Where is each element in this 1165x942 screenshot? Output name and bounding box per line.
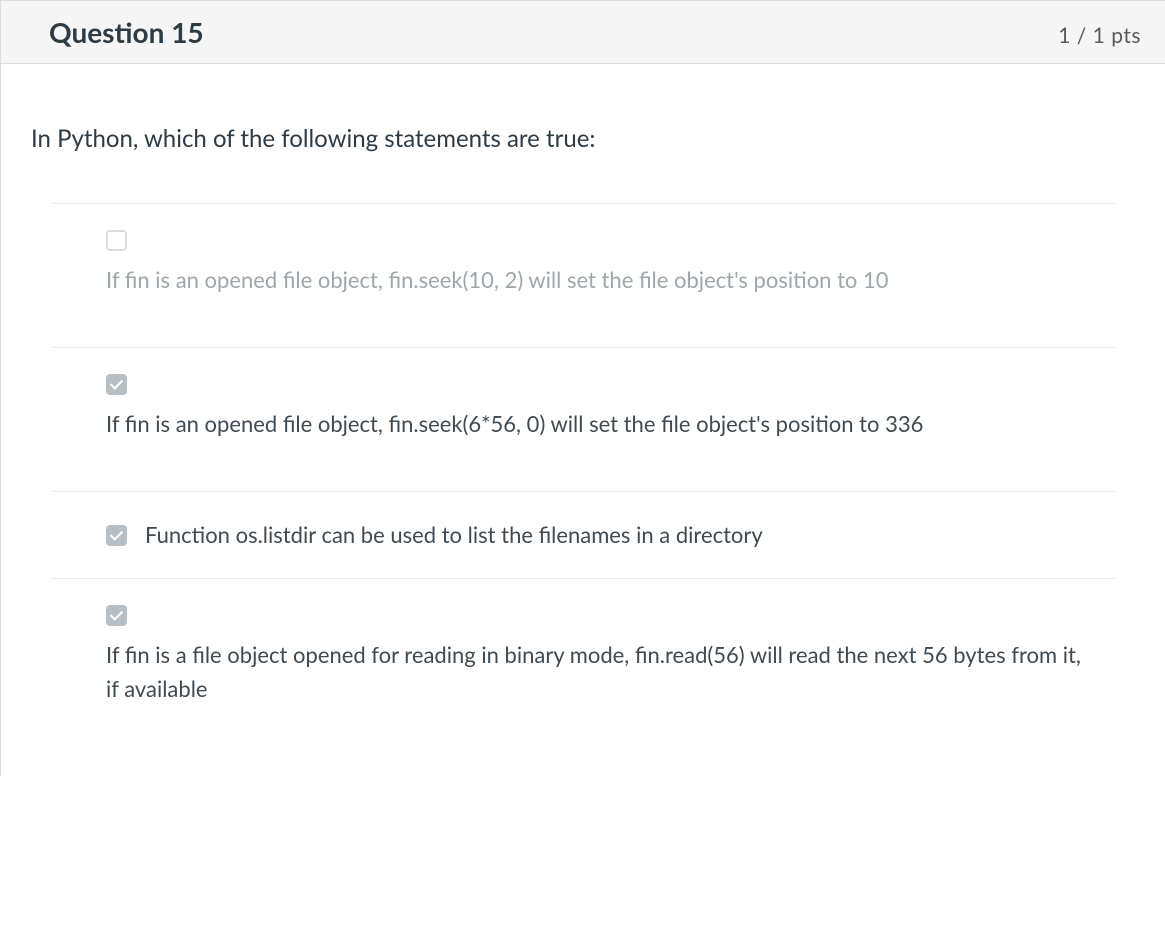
- answer-option: Function os.listdir can be used to list …: [51, 491, 1115, 578]
- question-points: 1 / 1 pts: [1058, 23, 1141, 48]
- answer-text: If fin is an opened file object, fin.see…: [106, 407, 1085, 441]
- checkbox-checked-icon: [106, 605, 127, 626]
- answer-option: If fin is an opened file object, fin.see…: [51, 347, 1115, 491]
- answer-text: Function os.listdir can be used to list …: [145, 518, 763, 552]
- question-header: Question 15 1 / 1 pts: [1, 0, 1165, 64]
- checkbox-checked-icon: [106, 525, 127, 546]
- question-title: Question 15: [49, 15, 204, 49]
- answer-text: If fin is an opened file object, fin.see…: [106, 263, 1085, 297]
- question-prompt: In Python, which of the following statem…: [31, 124, 1135, 153]
- question-body: In Python, which of the following statem…: [1, 64, 1165, 736]
- answers-list: If fin is an opened file object, fin.see…: [31, 203, 1135, 736]
- answer-option: If fin is an opened file object, fin.see…: [51, 203, 1115, 347]
- question-container: Question 15 1 / 1 pts In Python, which o…: [0, 0, 1165, 776]
- checkbox-unchecked-icon: [106, 230, 127, 251]
- answer-option: If fin is a file object opened for readi…: [51, 578, 1115, 736]
- answer-text: If fin is a file object opened for readi…: [106, 638, 1085, 706]
- checkbox-checked-icon: [106, 374, 127, 395]
